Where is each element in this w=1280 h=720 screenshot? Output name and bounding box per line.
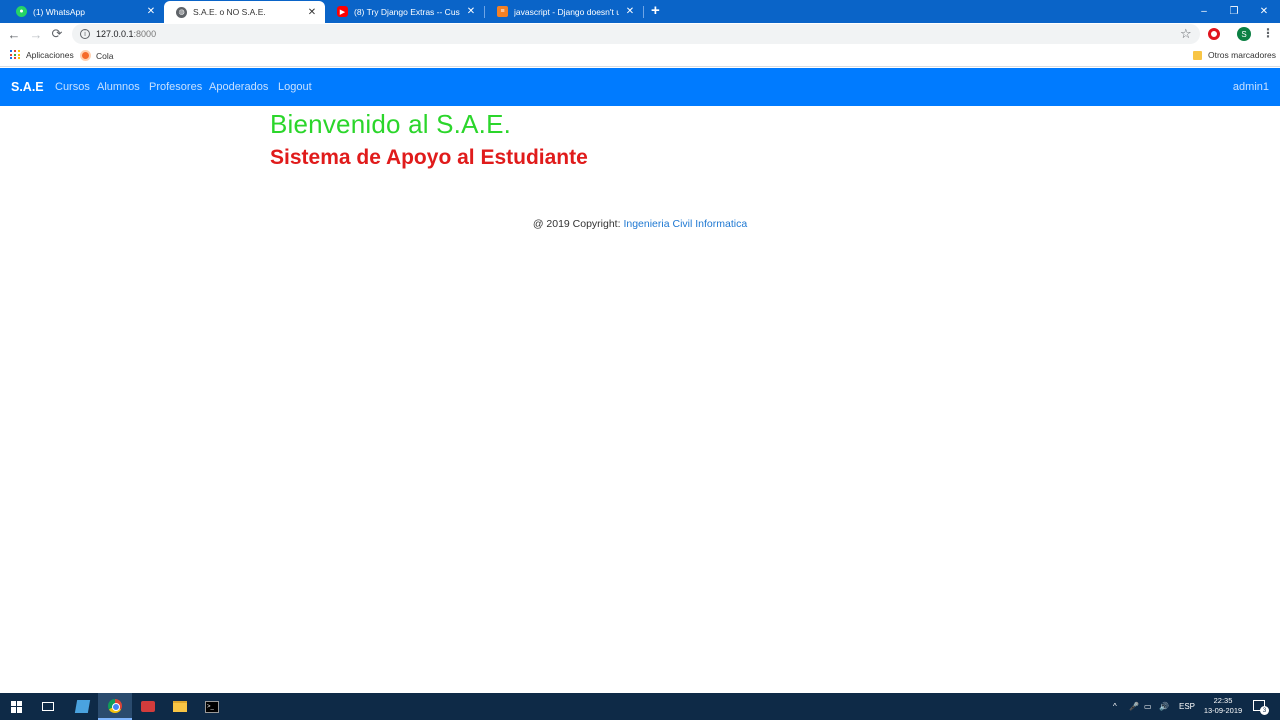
volume-icon[interactable]: 🔊 [1159, 693, 1169, 720]
reload-button[interactable]: ⟳ [48, 25, 66, 43]
tab-title: (1) WhatsApp [33, 6, 85, 17]
page-footer: @ 2019 Copyright: Ingenieria Civil Infor… [0, 218, 1280, 230]
globe-icon: ◍ [176, 6, 187, 18]
welcome-heading: Bienvenido al S.A.E. [270, 109, 512, 139]
profile-avatar[interactable]: S [1237, 27, 1251, 41]
tab-separator [643, 6, 644, 18]
bookmark-label: Aplicaciones [26, 50, 74, 60]
notification-count-badge: 3 [1260, 706, 1269, 715]
forward-button[interactable]: → [27, 25, 45, 43]
tab-close-icon[interactable]: ✕ [307, 7, 317, 18]
tab-title: (8) Try Django Extras -- Customiz [354, 6, 460, 17]
chrome-icon [108, 698, 122, 713]
browser-toolbar: ← → ⟳ i 127.0.0.1:8000 ☆ [0, 23, 1280, 45]
bookmarks-bar: Aplicaciones Cola Otros marcadores [0, 45, 1280, 67]
start-button[interactable] [0, 693, 34, 720]
url-port: :8000 [133, 29, 157, 39]
browser-tab-strip: ● (1) WhatsApp ✕ ◍ S.A.E. o NO S.A.E. ✕ … [0, 0, 1280, 23]
mail-app-icon [141, 701, 155, 712]
language-indicator[interactable]: ESP [1179, 693, 1195, 720]
notes-app-icon [74, 700, 90, 713]
tab-youtube[interactable]: ▶ (8) Try Django Extras -- Customiz ✕ [325, 0, 484, 23]
tab-title: S.A.E. o NO S.A.E. [193, 7, 266, 17]
youtube-icon: ▶ [337, 6, 348, 17]
nav-link-logout[interactable]: Logout [278, 81, 312, 93]
microphone-icon[interactable]: 🎤 [1129, 693, 1139, 720]
windows-taskbar: >_ ^ 🎤 ▭ 🔊 ESP 22:35 13-09-2019 3 [0, 693, 1280, 720]
bookmark-label: Cola [96, 50, 114, 61]
taskbar-notes-app[interactable] [65, 693, 99, 720]
tab-sae[interactable]: ◍ S.A.E. o NO S.A.E. ✕ [164, 1, 325, 23]
whatsapp-icon: ● [16, 6, 27, 17]
bookmark-apps[interactable]: Aplicaciones [10, 50, 74, 60]
nav-link-alumnos[interactable]: Alumnos [97, 81, 140, 93]
copyright-text: @ 2019 Copyright: [532, 218, 621, 230]
apps-grid-icon [10, 50, 20, 60]
close-window-button[interactable]: ✕ [1249, 0, 1279, 23]
taskbar-file-explorer[interactable] [163, 693, 197, 720]
tab-whatsapp[interactable]: ● (1) WhatsApp ✕ [4, 0, 164, 23]
tab-close-icon[interactable]: ✕ [146, 6, 156, 17]
file-explorer-icon [173, 701, 187, 712]
nav-link-profesores[interactable]: Profesores [149, 81, 202, 93]
site-brand[interactable]: S.A.E [11, 80, 44, 94]
tray-overflow-button[interactable]: ^ [1113, 693, 1117, 720]
tab-close-icon[interactable]: ✕ [625, 6, 635, 17]
taskbar-mail[interactable] [131, 693, 165, 720]
site-navbar: S.A.E Cursos Alumnos Profesores Apoderad… [0, 68, 1280, 106]
address-bar[interactable]: i 127.0.0.1:8000 [72, 24, 1200, 44]
stackoverflow-icon: ≡ [497, 6, 508, 17]
network-icon[interactable]: ▭ [1144, 693, 1152, 720]
bookmark-label: Otros marcadores [1208, 50, 1277, 60]
tab-title: javascript - Django doesn't upda [514, 6, 619, 17]
bookmark-other[interactable]: Otros marcadores [1193, 50, 1276, 60]
tab-close-icon[interactable]: ✕ [466, 6, 476, 17]
bookmark-cola[interactable]: Cola [80, 50, 113, 61]
subtitle-heading: Sistema de Apoyo al Estudiante [270, 146, 588, 169]
site-info-icon[interactable]: i [80, 29, 90, 39]
nav-link-cursos[interactable]: Cursos [55, 81, 90, 93]
minimize-button[interactable]: – [1189, 0, 1219, 23]
opera-extension-icon[interactable] [1208, 28, 1220, 40]
footer-link[interactable]: Ingenieria Civil Informatica [623, 218, 747, 230]
task-view-button[interactable] [31, 693, 65, 720]
terminal-icon: >_ [205, 700, 219, 713]
url-host: 127.0.0.1 [96, 29, 134, 39]
task-view-icon [42, 702, 54, 711]
bookmark-star-icon[interactable]: ☆ [1180, 26, 1192, 42]
restore-button[interactable]: ❐ [1219, 0, 1249, 23]
browser-menu-icon[interactable]: ⋮ [1262, 26, 1274, 40]
windows-logo-icon [11, 700, 23, 713]
nav-link-apoderados[interactable]: Apoderados [209, 81, 268, 93]
tab-stackoverflow[interactable]: ≡ javascript - Django doesn't upda ✕ [485, 0, 643, 23]
user-menu[interactable]: admin1 [1233, 81, 1269, 93]
back-button[interactable]: ← [5, 25, 23, 43]
clock-time: 22:35 [1213, 696, 1233, 705]
folder-icon [1193, 50, 1202, 60]
cola-icon [80, 50, 91, 61]
taskbar-chrome[interactable] [98, 693, 132, 720]
clock-date: 13-09-2019 [1203, 706, 1243, 715]
new-tab-button[interactable]: + [651, 2, 660, 19]
taskbar-terminal[interactable]: >_ [195, 693, 229, 720]
clock[interactable]: 22:35 13-09-2019 [1200, 696, 1246, 716]
